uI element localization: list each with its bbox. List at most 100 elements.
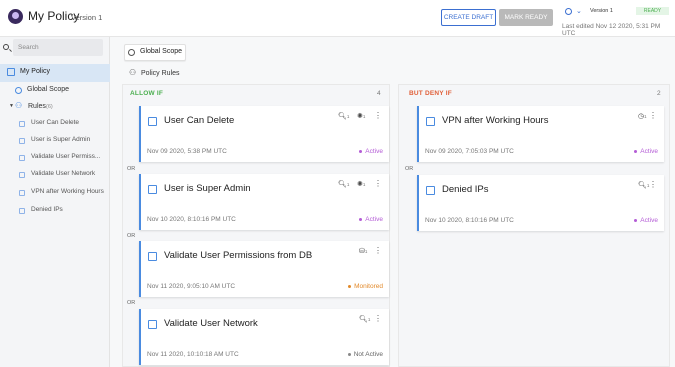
icon-count: 1: [644, 114, 647, 119]
or-separator: OR: [405, 166, 414, 172]
policy-rules-heading: Policy Rules: [141, 70, 180, 77]
rule-title: Denied IPs: [442, 184, 489, 195]
globe-icon: [15, 87, 22, 94]
rules-icon: ⚇: [129, 68, 137, 77]
database-icon[interactable]: ⛁1: [359, 247, 367, 255]
rule-date: Nov 11 2020, 10:10:18 AM UTC: [147, 351, 239, 358]
kebab-menu-icon[interactable]: ⋮: [649, 112, 657, 120]
deny-count: 2: [657, 90, 661, 97]
search-rule-icon[interactable]: 🔍︎1: [338, 112, 349, 120]
rule-cube-icon: [19, 155, 25, 161]
search-rule-icon[interactable]: 🔍︎1: [638, 181, 649, 189]
rules-count: (6): [46, 104, 53, 110]
cube-icon: [148, 320, 157, 329]
sidebar-item-my-policy[interactable]: [0, 64, 110, 82]
cube-icon: [426, 186, 435, 195]
status-label: Not Active: [353, 351, 383, 358]
rule-cube-icon: [19, 138, 25, 144]
create-draft-button[interactable]: CREATE DRAFT: [441, 9, 496, 26]
status-dot: [348, 284, 352, 288]
rule-title: User is Super Admin: [164, 183, 251, 194]
allow-title: ALLOW IF: [130, 90, 164, 97]
or-separator: OR: [127, 166, 136, 172]
rule-date: Nov 11 2020, 9:05:10 AM UTC: [147, 283, 236, 290]
cube-icon: [148, 185, 157, 194]
globe-icon: [128, 49, 135, 56]
rule-card[interactable]: User is Super Admin 🔍︎1 ✺1 ⋮ Nov 10 2020…: [139, 174, 389, 230]
cube-icon: [148, 252, 157, 261]
kebab-menu-icon[interactable]: ⋮: [374, 315, 382, 323]
sidebar-rule-label: User is Super Admin: [31, 136, 91, 143]
search-rule-icon[interactable]: 🔍︎1: [359, 315, 370, 323]
rule-date: Nov 10 2020, 8:10:16 PM UTC: [147, 216, 236, 223]
or-separator: OR: [127, 300, 136, 306]
version-select[interactable]: Version 1: [590, 8, 613, 14]
rule-date: Nov 09 2020, 5:38 PM UTC: [147, 148, 227, 155]
global-scope-chip-label: Global Scope: [140, 48, 183, 55]
policy-icon: [7, 68, 15, 76]
sidebar-rule-label: Denied IPs: [31, 206, 63, 213]
rule-card[interactable]: Validate User Permissions from DB ⛁1 ⋮ N…: [139, 241, 389, 297]
sidebar-item-rules[interactable]: Rules: [28, 103, 46, 110]
status-dot: [634, 218, 638, 222]
clock-icon[interactable]: ◷1: [638, 112, 647, 120]
rule-cube-icon: [19, 121, 25, 127]
status-dot: [359, 149, 363, 153]
rule-status: Not Active: [347, 351, 383, 358]
rule-status: Active: [359, 148, 383, 155]
kebab-menu-icon[interactable]: ⋮: [649, 181, 657, 189]
rule-title: Validate User Network: [164, 318, 258, 329]
deny-title: BUT DENY IF: [409, 90, 452, 97]
rule-cube-icon: [19, 172, 25, 178]
status-label: Active: [365, 148, 383, 155]
last-edited-text: Last edited Nov 12 2020, 5:31 PM UTC: [562, 23, 661, 37]
rule-card[interactable]: User Can Delete 🔍︎1 ✺1 ⋮ Nov 09 2020, 5:…: [139, 106, 389, 162]
kebab-menu-icon[interactable]: ⋮: [374, 112, 382, 120]
icon-count: 1: [362, 114, 366, 119]
rule-card[interactable]: Denied IPs 🔍︎1 ⋮ Nov 10 2020, 8:10:16 PM…: [417, 175, 664, 231]
sidebar-item-global-scope[interactable]: Global Scope: [27, 86, 69, 93]
rule-date: Nov 09 2020, 7:05:03 PM UTC: [425, 148, 514, 155]
icon-count: 1: [346, 182, 350, 187]
icon-count: 1: [364, 249, 368, 254]
kebab-menu-icon[interactable]: ⋮: [374, 180, 382, 188]
top-header: My Policy Version 1 CREATE DRAFT MARK RE…: [0, 0, 675, 37]
sidebar-rule-label: VPN after Working Hours: [31, 188, 104, 195]
chevron-down-icon[interactable]: ⌄: [576, 7, 582, 15]
search-input[interactable]: [13, 39, 103, 56]
rule-card[interactable]: VPN after Working Hours ◷1 ⋮ Nov 09 2020…: [417, 106, 664, 162]
app-logo-icon: [8, 9, 23, 24]
status-label: Active: [640, 217, 658, 224]
rule-cube-icon: [19, 190, 25, 196]
rule-title: VPN after Working Hours: [442, 115, 549, 126]
rules-icon: ⚇: [15, 101, 23, 110]
kebab-menu-icon[interactable]: ⋮: [374, 247, 382, 255]
sidebar-item-label: My Policy: [20, 68, 50, 75]
settings-icon[interactable]: ✺1: [357, 112, 365, 120]
caret-down-icon[interactable]: ▼: [9, 103, 14, 109]
status-dot: [347, 352, 351, 356]
rule-status: Active: [634, 217, 658, 224]
or-separator: OR: [127, 233, 136, 239]
status-label: Monitored: [354, 283, 383, 290]
rule-date: Nov 10 2020, 8:10:16 PM UTC: [425, 217, 514, 224]
sidebar-rule-label: Validate User Permiss...: [31, 153, 101, 160]
rule-cube-icon: [19, 208, 25, 214]
rule-title: User Can Delete: [164, 115, 235, 126]
allow-count: 4: [377, 90, 381, 97]
mark-ready-button[interactable]: MARK READY: [499, 9, 553, 26]
cube-icon: [148, 117, 157, 126]
status-label: Active: [365, 216, 383, 223]
rule-card[interactable]: Validate User Network 🔍︎1 ⋮ Nov 11 2020,…: [139, 309, 389, 365]
search-icon: [3, 44, 9, 50]
status-dot: [634, 149, 638, 153]
history-icon[interactable]: [565, 8, 572, 15]
icon-count: 1: [346, 114, 350, 119]
version-label: Version 1: [71, 13, 103, 22]
search-rule-icon[interactable]: 🔍︎1: [338, 180, 349, 188]
settings-icon[interactable]: ✺1: [357, 180, 365, 188]
sidebar-rule-label: Validate User Network: [31, 170, 96, 177]
icon-count: 1: [367, 317, 371, 322]
rule-status: Active: [359, 216, 383, 223]
rule-status: Monitored: [348, 283, 383, 290]
